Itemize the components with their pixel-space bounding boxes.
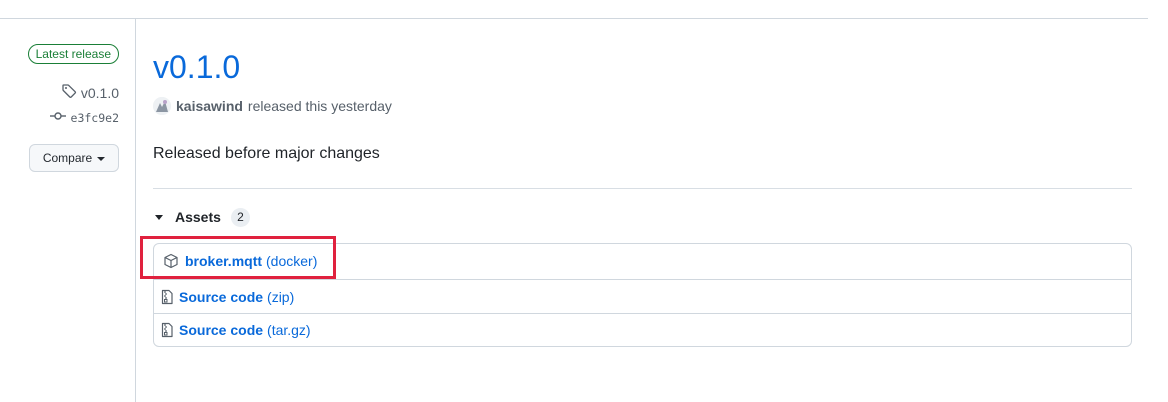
commit-sha: e3fc9e2 [70, 111, 119, 125]
author-link[interactable]: kaisawind [176, 96, 243, 116]
latest-release-badge: Latest release [27, 44, 119, 64]
release-notes: Released before major changes [153, 145, 380, 162]
asset-ext[interactable]: (zip) [267, 289, 294, 305]
assets-toggle[interactable]: Assets 2 [155, 207, 250, 227]
asset-link-source-targz[interactable]: Source code [179, 322, 263, 338]
assets-count-badge: 2 [230, 207, 250, 227]
assets-label: Assets [175, 209, 221, 225]
asset-link-source-zip[interactable]: Source code [179, 289, 263, 305]
tag-label: v0.1.0 [80, 85, 119, 101]
caret-down-icon [97, 156, 106, 161]
commit-link[interactable]: e3fc9e2 [49, 110, 119, 126]
section-divider [153, 188, 1132, 189]
sidebar-divider [135, 18, 136, 402]
avatar[interactable] [153, 97, 171, 115]
tag-link[interactable]: v0.1.0 [61, 83, 119, 103]
asset-row: broker.mqtt (docker) [154, 244, 1131, 278]
assets-list: broker.mqtt (docker) Source code (zip) S… [153, 243, 1132, 347]
triangle-down-icon [155, 214, 163, 220]
released-text: released this yesterday [247, 98, 392, 114]
release-sidebar: Latest release v0.1.0 e3fc9e2 Compare [0, 0, 135, 402]
compare-label: Compare [42, 151, 93, 165]
asset-row: Source code (zip) [154, 279, 1131, 313]
file-zip-icon [159, 289, 175, 305]
tag-icon [61, 83, 77, 103]
asset-link-broker-mqtt[interactable]: broker.mqtt [185, 253, 262, 269]
compare-button[interactable]: Compare [29, 144, 119, 172]
git-commit-icon [49, 110, 66, 126]
asset-ext[interactable]: (tar.gz) [267, 322, 311, 338]
package-icon [163, 253, 179, 269]
asset-row: Source code (tar.gz) [154, 313, 1131, 346]
release-main: v0.1.0 kaisawind released this yesterday… [140, 0, 1132, 402]
asset-ext[interactable]: (docker) [266, 253, 317, 269]
file-zip-icon [159, 322, 175, 338]
release-title[interactable]: v0.1.0 [153, 47, 240, 87]
release-byline: kaisawind released this yesterday [153, 96, 392, 116]
